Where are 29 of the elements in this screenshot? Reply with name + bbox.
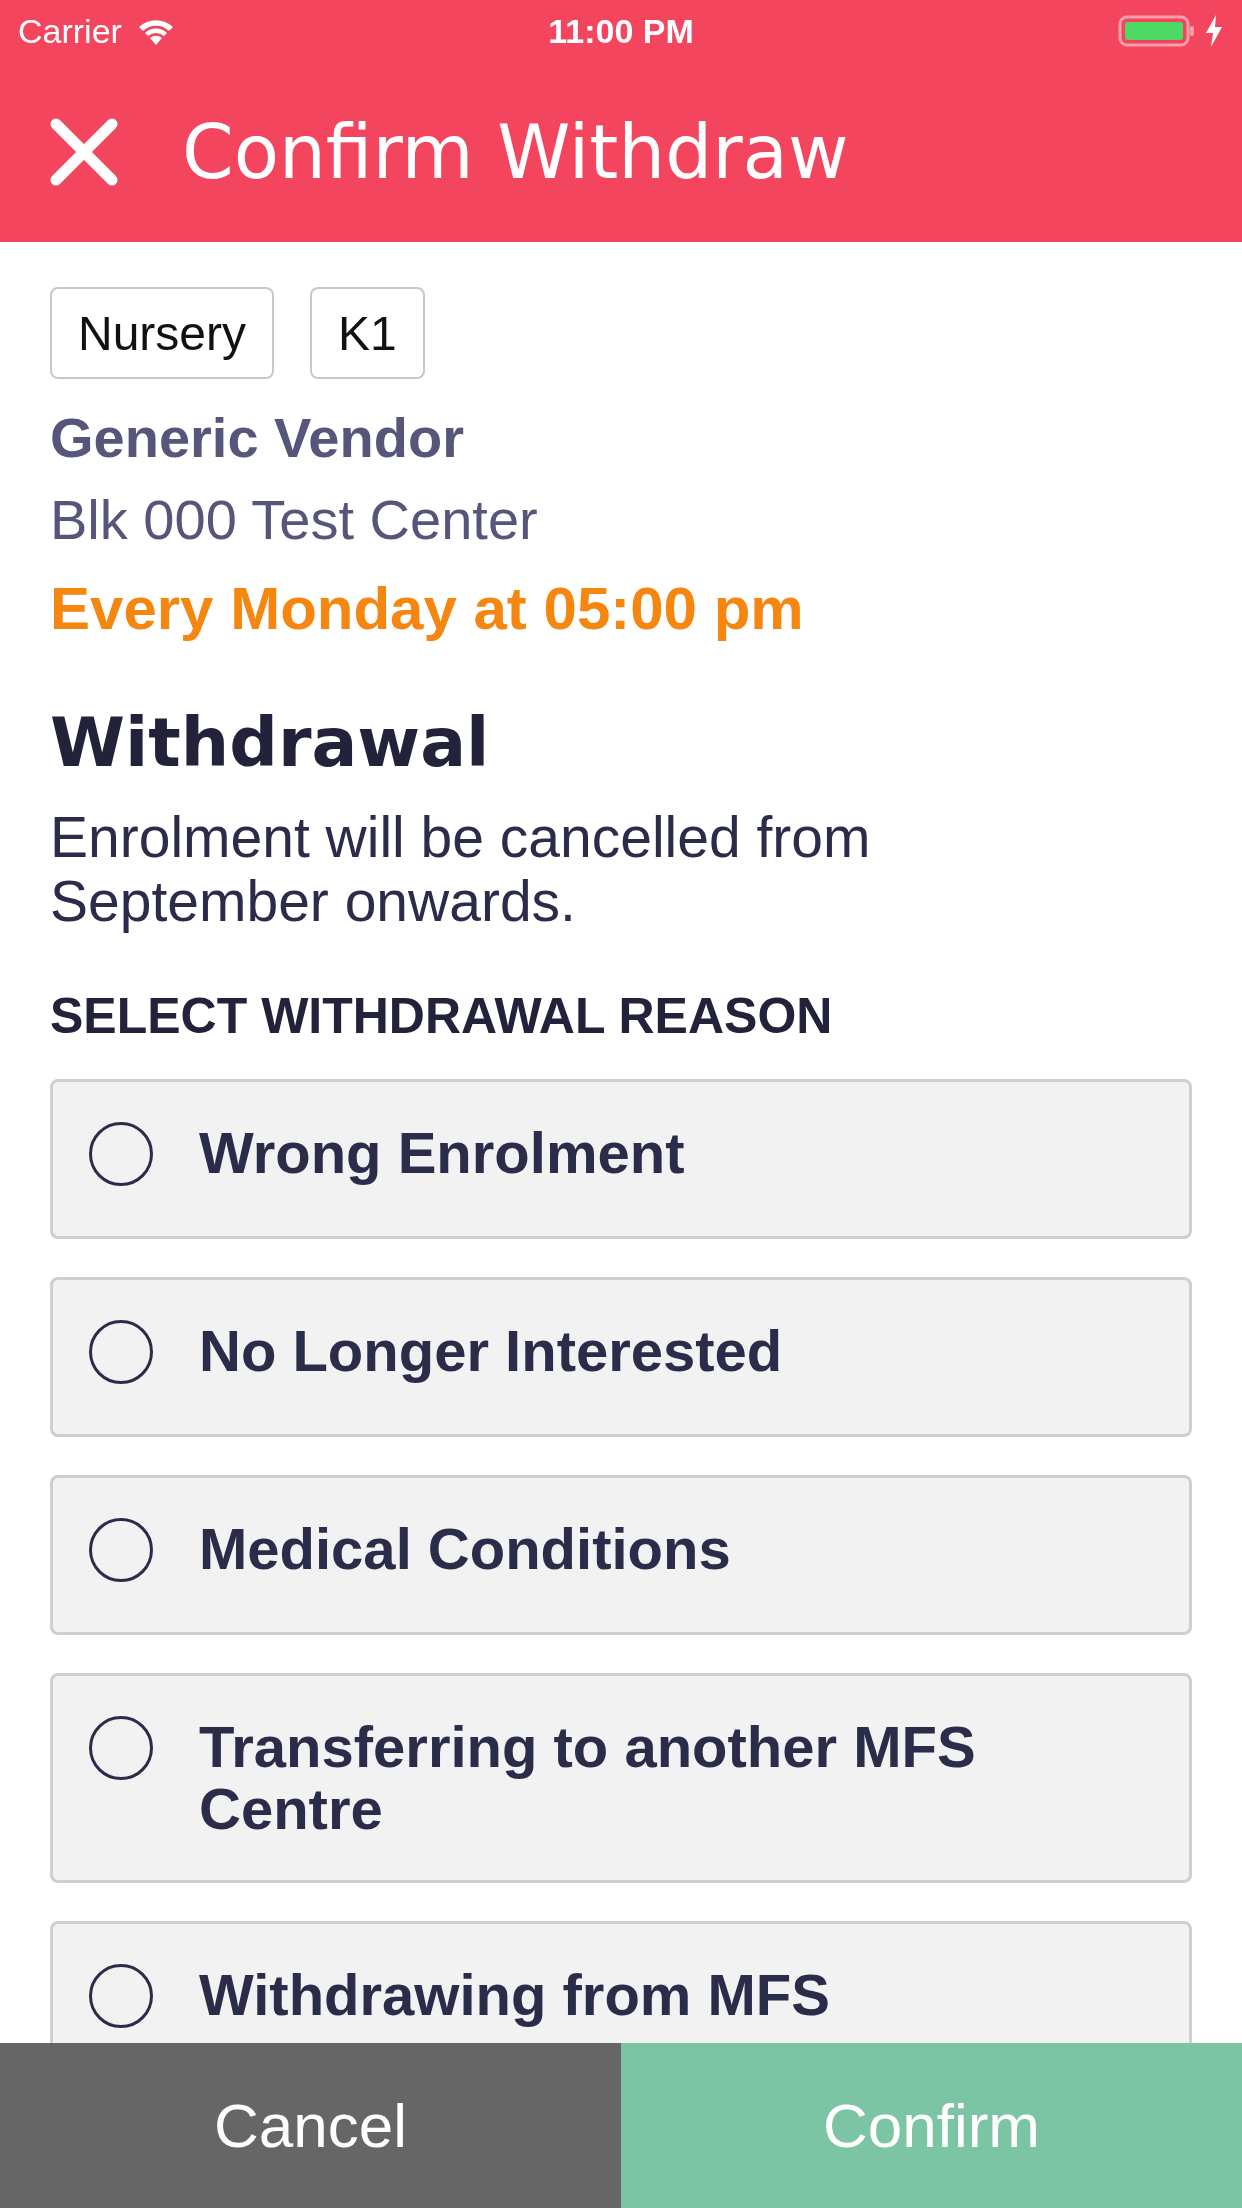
reason-option[interactable]: Medical Conditions xyxy=(50,1475,1192,1635)
vendor-name: Generic Vendor xyxy=(50,405,465,471)
radio-button[interactable] xyxy=(89,1122,153,1186)
radio-button[interactable] xyxy=(89,1518,153,1582)
reason-label: SELECT WITHDRAWAL REASON xyxy=(50,987,834,1046)
reason-label-text: No Longer Interested xyxy=(199,1320,783,1385)
schedule: Every Monday at 05:00 pm xyxy=(50,574,805,644)
address: Blk 000 Test Center xyxy=(50,487,539,553)
radio-button[interactable] xyxy=(89,1320,153,1384)
cancel-button[interactable]: Cancel xyxy=(0,2043,621,2208)
status-time: 11:00 PM xyxy=(548,11,694,51)
reason-option[interactable]: Transferring to another MFS Centre xyxy=(50,1673,1192,1883)
reason-label-text: Wrong Enrolment xyxy=(199,1122,685,1187)
reason-option[interactable]: Withdrawing from MFS xyxy=(50,1921,1192,2043)
close-icon[interactable] xyxy=(48,116,120,188)
level-tag: Nursery xyxy=(50,287,275,379)
reason-option[interactable]: No Longer Interested xyxy=(50,1277,1192,1437)
radio-button[interactable] xyxy=(89,1716,153,1780)
carrier-label: Carrier xyxy=(18,11,122,51)
radio-button[interactable] xyxy=(89,1964,153,2028)
section-heading: Withdrawal xyxy=(50,702,491,784)
screen-title: Confirm Withdraw xyxy=(182,109,849,195)
reason-label-text: Medical Conditions xyxy=(199,1518,731,1583)
charging-icon xyxy=(1204,14,1224,48)
reason-label-text: Withdrawing from MFS xyxy=(199,1964,830,2029)
reason-label-text: Transferring to another MFS Centre xyxy=(199,1716,977,1843)
reason-option[interactable]: Wrong Enrolment xyxy=(50,1079,1192,1239)
withdrawal-message: Enrolment will be cancelled from September onwards. xyxy=(50,805,872,933)
level-tag: K1 xyxy=(310,287,425,379)
